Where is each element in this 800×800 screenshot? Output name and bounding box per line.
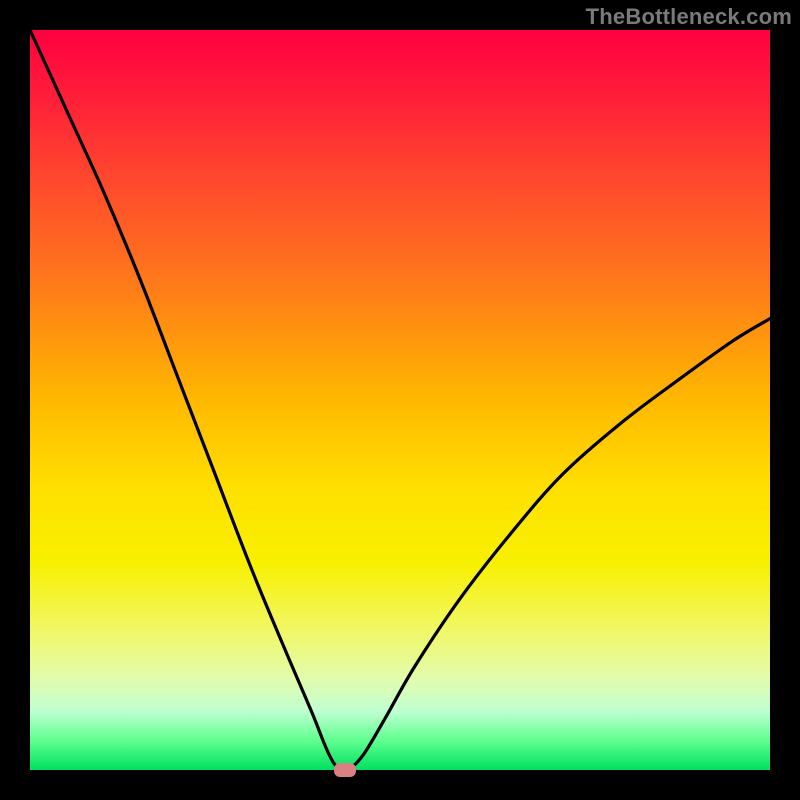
bottleneck-curve-path bbox=[30, 30, 770, 771]
chart-curve bbox=[30, 30, 770, 770]
optimum-marker bbox=[334, 763, 356, 777]
chart-frame: TheBottleneck.com bbox=[0, 0, 800, 800]
watermark-text: TheBottleneck.com bbox=[586, 4, 792, 30]
